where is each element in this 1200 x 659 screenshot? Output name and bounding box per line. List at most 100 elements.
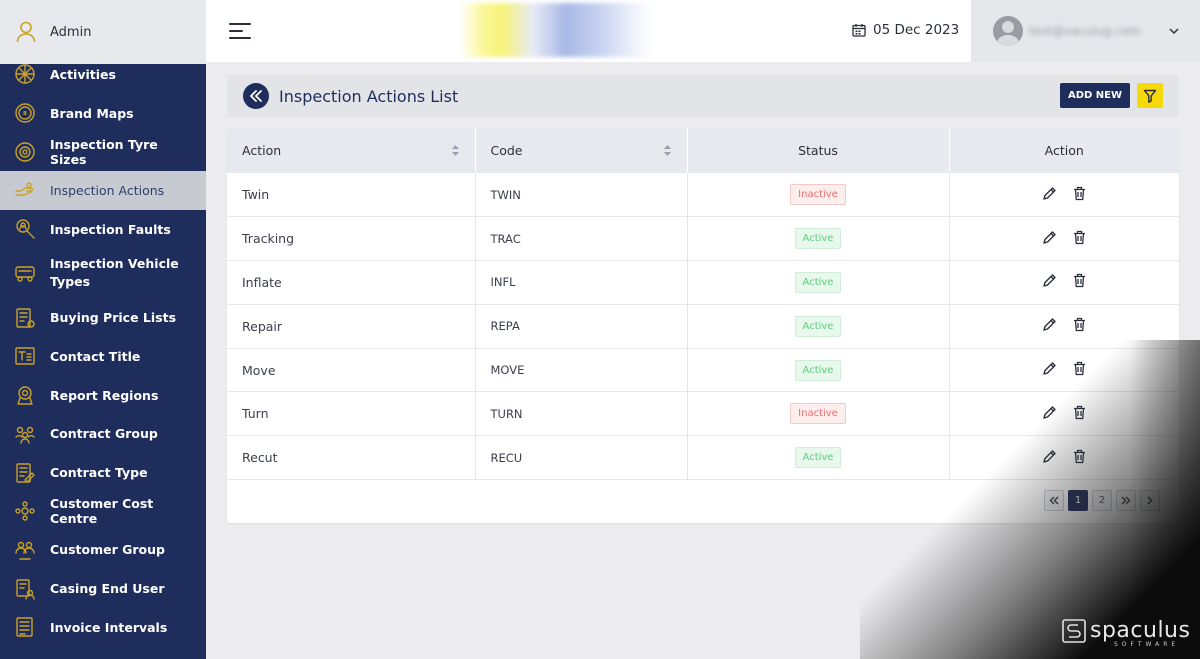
page-button-2[interactable]: 2: [1092, 490, 1112, 511]
sidebar-item-label: Contact Title: [50, 348, 141, 364]
sidebar-item-contract-group[interactable]: Contract Group: [0, 415, 206, 454]
cell-status: Inactive: [687, 391, 950, 436]
last-page-button[interactable]: [1116, 490, 1136, 511]
sort-icon: [663, 145, 671, 156]
back-button[interactable]: [243, 83, 269, 109]
cell-action: Inflate: [227, 260, 476, 305]
date-text: 05 Dec 2023: [873, 22, 960, 38]
edit-icon[interactable]: [1042, 273, 1057, 288]
cost-centre-icon: [15, 501, 35, 521]
table-card: Action Code Status Action Twin TWIN Inacti…: [227, 128, 1179, 523]
activities-icon: [15, 64, 35, 85]
sidebar-item-customer-group[interactable]: Customer Group: [0, 531, 206, 570]
sidebar-item-casing-end-user[interactable]: Casing End User: [0, 569, 206, 608]
delete-icon[interactable]: [1073, 186, 1086, 201]
delete-icon[interactable]: [1073, 273, 1086, 288]
sidebar-item-contact-title[interactable]: Contact Title: [0, 337, 206, 376]
sidebar-item-label: Buying Price Lists: [50, 310, 177, 326]
cell-action: Move: [227, 348, 476, 392]
chevron-down-icon: [1169, 27, 1179, 34]
cell-row-actions: [949, 304, 1179, 348]
user-menu[interactable]: test@vaculug.com: [971, 0, 1200, 62]
cell-code: RECU: [475, 435, 688, 480]
first-page-button[interactable]: [1044, 490, 1064, 511]
delete-icon[interactable]: [1073, 230, 1086, 245]
cell-status: Inactive: [687, 173, 950, 217]
price-list-icon: [16, 308, 35, 328]
avatar: [993, 16, 1023, 46]
table-row: Twin TWIN Inactive: [227, 173, 1179, 217]
watermark-sub: SOFTWARE: [1114, 641, 1180, 648]
sidebar-item-label: Inspection Vehicle Types: [50, 256, 179, 290]
cell-row-actions: [949, 217, 1179, 261]
edit-icon[interactable]: [1042, 449, 1057, 464]
page-button-1[interactable]: 1: [1068, 490, 1088, 511]
user-icon: [16, 21, 36, 43]
sidebar-item-label: Contract Group: [50, 426, 158, 442]
edit-icon[interactable]: [1042, 230, 1057, 245]
delete-icon[interactable]: [1073, 405, 1086, 420]
hand-icon: [15, 182, 34, 197]
page-header: Inspection Actions List ADD NEW: [227, 75, 1179, 117]
sort-icon: [451, 145, 459, 156]
sidebar-item-inspection-vehicle-types[interactable]: Inspection Vehicle Types: [0, 248, 206, 298]
brand-icon: B: [15, 103, 35, 123]
cell-action: Twin: [227, 173, 476, 217]
status-badge: Active: [794, 228, 842, 250]
calendar-icon: [852, 24, 866, 37]
sidebar-item-customer-cost-centre[interactable]: Customer Cost Centre: [0, 492, 206, 531]
customer-group-icon: [15, 541, 35, 560]
next-page-button[interactable]: [1140, 490, 1160, 511]
status-badge: Active: [794, 359, 842, 381]
column-header-status: Status: [687, 128, 950, 173]
cell-action: Turn: [227, 391, 476, 436]
table-row: Recut RECU Active: [227, 435, 1179, 480]
cell-status: Active: [687, 216, 950, 261]
column-header-action-label: Action: [242, 143, 282, 158]
actions-table: Action Code Status Action Twin TWIN Inacti…: [227, 128, 1179, 480]
cell-action: Recut: [227, 435, 476, 480]
sidebar-item-report-regions[interactable]: Report Regions: [0, 376, 206, 415]
column-header-code[interactable]: Code: [475, 128, 688, 173]
edit-icon[interactable]: [1042, 317, 1057, 332]
filter-button[interactable]: [1137, 83, 1163, 108]
status-badge: Active: [794, 315, 842, 337]
cell-status: Active: [687, 348, 950, 392]
sidebar-item-contract-type[interactable]: Contract Type: [0, 453, 206, 492]
sidebar-item-label: Inspection Tyre Sizes: [50, 136, 158, 167]
double-chevron-right-icon: [1121, 496, 1131, 505]
company-logo: [460, 3, 652, 57]
sidebar-item-activities[interactable]: Activities: [0, 55, 206, 94]
sidebar-item-label: Customer Group: [50, 542, 165, 558]
cell-action: Repair: [227, 304, 476, 349]
double-chevron-left-icon: [249, 90, 262, 102]
menu-toggle-icon[interactable]: [228, 20, 252, 42]
sidebar-item-inspection-tyre-sizes[interactable]: Inspection Tyre Sizes: [0, 132, 206, 171]
cell-row-actions: [949, 261, 1179, 305]
cell-code: TRAC: [475, 216, 688, 261]
edit-icon[interactable]: [1042, 361, 1057, 376]
delete-icon[interactable]: [1073, 361, 1086, 376]
edit-icon[interactable]: [1042, 186, 1057, 201]
sidebar-item-buying-price-lists[interactable]: Buying Price Lists: [0, 298, 206, 337]
delete-icon[interactable]: [1073, 449, 1086, 464]
edit-icon[interactable]: [1042, 405, 1057, 420]
cell-code: REPA: [475, 304, 688, 349]
sidebar-item-inspection-faults[interactable]: Inspection Faults: [0, 210, 206, 249]
sidebar-item-invoice-intervals[interactable]: Invoice Intervals: [0, 608, 206, 647]
tyre-icon: [15, 142, 35, 162]
cell-code: MOVE: [475, 348, 688, 392]
vehicle-icon: [15, 266, 35, 283]
sidebar-item-label: Brand Maps: [50, 105, 134, 121]
sidebar-item-inspection-actions[interactable]: Inspection Actions: [0, 171, 206, 210]
table-row: Inflate INFL Active: [227, 260, 1179, 305]
search-person-icon: [16, 219, 35, 239]
add-new-button[interactable]: ADD NEW: [1060, 83, 1130, 108]
sidebar-nav: Activities B Brand Maps Inspection Tyre Siz…: [0, 55, 206, 647]
column-header-action[interactable]: Action: [227, 128, 476, 173]
sidebar-item-brand-maps[interactable]: B Brand Maps: [0, 94, 206, 133]
invoice-icon: [16, 617, 33, 637]
end-user-icon: [16, 578, 35, 600]
delete-icon[interactable]: [1073, 317, 1086, 332]
status-badge: Inactive: [790, 184, 846, 206]
